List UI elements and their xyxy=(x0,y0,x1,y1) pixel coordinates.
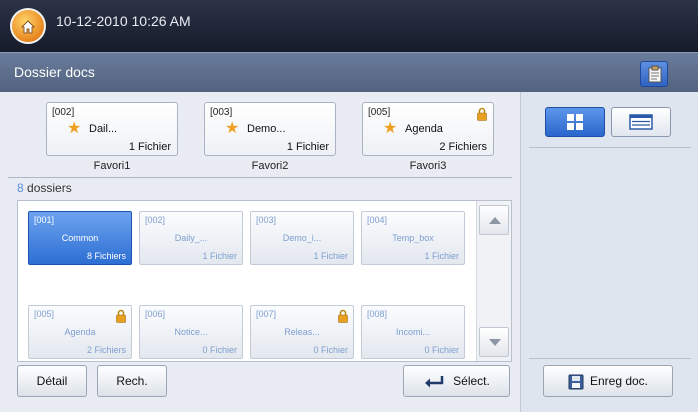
favorite-code: [005] xyxy=(368,107,391,118)
folder-code: [006] xyxy=(145,309,166,319)
folder-name: Demo_i... xyxy=(282,233,322,243)
folder-tile[interactable]: [008] Incomi... 0 Fichier xyxy=(361,305,465,359)
chevron-up-icon xyxy=(489,217,501,224)
folder-code: [002] xyxy=(145,215,166,225)
divider xyxy=(529,358,691,359)
clipboard-icon xyxy=(648,65,662,83)
star-icon: ★ xyxy=(67,120,82,137)
folder-code: [001] xyxy=(34,215,55,225)
chevron-down-icon xyxy=(489,339,501,346)
folder-code: [005] xyxy=(34,309,55,319)
search-button-label: Rech. xyxy=(116,374,148,388)
folder-code: [007] xyxy=(256,309,277,319)
enter-arrow-icon xyxy=(425,375,444,388)
folder-file-count: 0 Fichier xyxy=(424,345,459,355)
select-button-label: Sélect. xyxy=(453,374,490,388)
clipboard-button[interactable] xyxy=(640,61,668,87)
title-bar: Dossier docs xyxy=(0,52,698,92)
list-view-icon xyxy=(629,114,653,130)
folder-tile[interactable]: [004] Temp_box 1 Fichier xyxy=(361,211,465,265)
lock-icon xyxy=(116,309,126,323)
favorite-file-count: 1 Fichier xyxy=(286,141,329,153)
view-options-pane: Enreg doc. xyxy=(520,92,698,412)
folder-name: Agenda xyxy=(64,327,96,337)
favorite-code: [002] xyxy=(52,107,75,118)
datetime-display: 10-12-2010 10:26 AM xyxy=(56,13,191,29)
folder-name: Common xyxy=(61,233,99,243)
favorite-3-button[interactable]: [005] ★ Agenda 2 Fichiers xyxy=(362,102,494,156)
favorite-label: Favori1 xyxy=(93,160,131,172)
folder-file-count: 0 Fichier xyxy=(202,345,237,355)
lock-icon xyxy=(338,309,348,323)
favorite-name: Demo... xyxy=(247,123,286,135)
folder-name: Temp_box xyxy=(392,233,434,243)
detail-button[interactable]: Détail xyxy=(17,365,87,397)
favorite-label: Favori3 xyxy=(409,160,447,172)
home-button[interactable] xyxy=(10,8,46,44)
folder-count: 8 dossiers xyxy=(17,181,72,195)
detail-button-label: Détail xyxy=(36,374,68,388)
folder-file-count: 1 Fichier xyxy=(202,251,237,261)
folder-tile[interactable]: [006] Notice... 0 Fichier xyxy=(139,305,243,359)
page-title: Dossier docs xyxy=(14,64,95,80)
select-button[interactable]: Sélect. xyxy=(403,365,510,397)
folder-tile[interactable]: [001] Common 8 Fichiers xyxy=(28,211,132,265)
star-icon: ★ xyxy=(383,120,398,137)
scroll-up-button[interactable] xyxy=(479,205,509,235)
favorite-file-count: 2 Fichiers xyxy=(439,141,487,153)
grid-view-icon xyxy=(567,114,583,130)
folder-count-label: dossiers xyxy=(27,181,72,195)
divider xyxy=(8,177,512,178)
folder-code: [008] xyxy=(367,309,388,319)
folder-code: [003] xyxy=(256,215,277,225)
favorite-2-button[interactable]: [003] ★ Demo... 1 Fichier xyxy=(204,102,336,156)
folder-count-number: 8 xyxy=(17,181,24,195)
favorite-name: Dail... xyxy=(89,123,118,135)
save-document-button[interactable]: Enreg doc. xyxy=(543,365,673,397)
folder-tile[interactable]: [005] Agenda 2 Fichiers xyxy=(28,305,132,359)
lock-icon xyxy=(477,107,487,121)
folder-tile[interactable]: [002] Daily_... 1 Fichier xyxy=(139,211,243,265)
star-icon: ★ xyxy=(225,120,240,137)
folder-file-count: 1 Fichier xyxy=(424,251,459,261)
folder-grid: [001] Common 8 Fichiers [002] Daily_... … xyxy=(17,200,512,362)
folder-code: [004] xyxy=(367,215,388,225)
document-box-pane: [002] ★ Dail... 1 Fichier Favori1 [003] … xyxy=(0,92,520,412)
favorite-code: [003] xyxy=(210,107,233,118)
folder-name: Releas... xyxy=(284,327,320,337)
folder-tile[interactable]: [003] Demo_i... 1 Fichier xyxy=(250,211,354,265)
folder-name: Daily_... xyxy=(174,233,208,243)
favorite-name: Agenda xyxy=(405,123,443,135)
status-bar: 10-12-2010 10:26 AM xyxy=(0,0,698,52)
divider xyxy=(529,147,691,148)
folder-file-count: 8 Fichiers xyxy=(86,251,126,261)
folder-file-count: 1 Fichier xyxy=(313,251,348,261)
folder-name: Notice... xyxy=(174,327,208,337)
floppy-disk-icon xyxy=(568,374,584,390)
thumbnail-view-button[interactable] xyxy=(545,107,605,137)
list-view-button[interactable] xyxy=(611,107,671,137)
folder-file-count: 0 Fichier xyxy=(313,345,348,355)
folder-file-count: 2 Fichiers xyxy=(86,345,126,355)
search-button[interactable]: Rech. xyxy=(97,365,167,397)
favorite-label: Favori2 xyxy=(251,160,289,172)
folder-tile[interactable]: [007] Releas... 0 Fichier xyxy=(250,305,354,359)
scroll-down-button[interactable] xyxy=(479,327,509,357)
save-document-button-label: Enreg doc. xyxy=(589,374,649,388)
favorite-file-count: 1 Fichier xyxy=(128,141,171,153)
favorite-1-button[interactable]: [002] ★ Dail... 1 Fichier xyxy=(46,102,178,156)
home-icon xyxy=(21,20,35,34)
scrollbar xyxy=(476,201,511,361)
folder-name: Incomi... xyxy=(395,327,430,337)
